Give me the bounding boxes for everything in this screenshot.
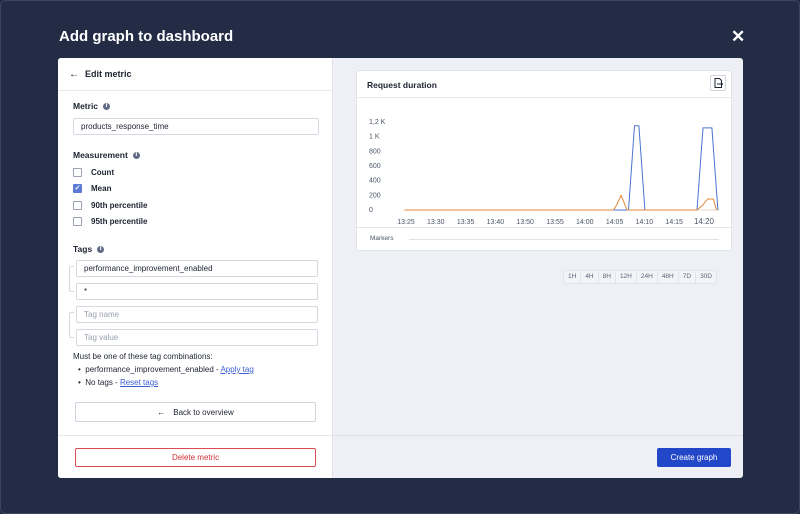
metric-label: Metric i <box>73 101 111 111</box>
info-icon[interactable]: i <box>97 245 105 253</box>
time-range-8h[interactable]: 8H <box>597 271 615 283</box>
tags-label: Tags i <box>73 244 105 254</box>
new-tag-name-input[interactable]: Tag name <box>76 306 318 323</box>
x-tick-label: 14:20 <box>694 217 715 226</box>
checkbox-unchecked-icon[interactable] <box>73 201 82 210</box>
markers-track <box>409 239 719 240</box>
edit-metric-label: Edit metric <box>85 69 132 79</box>
create-graph-button[interactable]: Create graph <box>657 448 731 467</box>
measurement-label-text: Measurement <box>73 150 128 160</box>
close-icon[interactable]: ✕ <box>731 28 745 45</box>
time-range-7d[interactable]: 7D <box>677 271 695 283</box>
measurement-option-count[interactable]: Count <box>73 168 114 177</box>
checkbox-unchecked-icon[interactable] <box>73 217 82 226</box>
checkbox-unchecked-icon[interactable] <box>73 168 82 177</box>
request-duration-chart: 0 200 400 600 800 1 K 1,2 K 13:25 13:30 13:35 13:4… <box>369 119 719 226</box>
delete-metric-button[interactable]: Delete metric <box>75 448 316 467</box>
x-tick-label: 14:00 <box>576 219 594 226</box>
time-range-48h[interactable]: 48H <box>656 271 678 283</box>
x-tick-label: 13:30 <box>427 219 445 226</box>
export-button[interactable] <box>710 75 726 91</box>
markers-divider <box>357 227 731 228</box>
time-range-30d[interactable]: 30D <box>695 271 716 283</box>
tag-pair-bracket <box>69 312 74 338</box>
y-tick-label: 200 <box>369 192 381 199</box>
arrow-left-icon: ← <box>157 407 166 417</box>
edit-metric-back-link[interactable]: ← Edit metric <box>58 58 333 91</box>
measurement-option-mean[interactable]: ✓ Mean <box>73 184 111 193</box>
time-range-12h[interactable]: 12H <box>614 271 636 283</box>
y-tick-label: 1,2 K <box>369 119 386 126</box>
time-range-24h[interactable]: 24H <box>635 271 657 283</box>
markers-label: Markers <box>370 235 394 242</box>
x-tick-label: 14:05 <box>606 219 624 226</box>
export-icon <box>714 78 723 88</box>
series-line-0 <box>405 125 719 211</box>
graph-title: Request duration <box>367 80 437 90</box>
tag-pair-bracket <box>69 266 74 292</box>
x-tick-label: 14:15 <box>665 219 683 226</box>
measurement-option-p90[interactable]: 90th percentile <box>73 201 147 210</box>
apply-tag-link[interactable]: Apply tag <box>220 365 253 374</box>
x-tick-label: 13:25 <box>397 219 415 226</box>
graph-card: Request duration 0 200 400 600 800 1 K 1,2 K 13… <box>356 70 732 251</box>
measurement-option-label: 90th percentile <box>91 201 148 210</box>
measurement-option-label: Mean <box>91 184 112 193</box>
y-tick-label: 400 <box>369 178 381 185</box>
tag-value-input[interactable]: * <box>76 283 318 300</box>
measurement-option-label: Count <box>91 168 115 177</box>
measurement-option-label: 95th percentile <box>91 217 148 226</box>
modal: ← Edit metric Metric i products_response… <box>58 58 743 478</box>
left-footer: Delete metric <box>58 435 333 478</box>
combination-text: No tags - <box>85 378 120 387</box>
tag-combination-item: • performance_improvement_enabled - Appl… <box>78 365 254 374</box>
x-tick-label: 13:35 <box>457 219 475 226</box>
dialog-title: Add graph to dashboard <box>59 28 234 45</box>
info-icon[interactable]: i <box>103 102 111 110</box>
back-to-overview-label: Back to overview <box>173 407 234 417</box>
x-tick-label: 13:55 <box>546 219 564 226</box>
checkbox-checked-icon[interactable]: ✓ <box>73 184 82 193</box>
metric-name-input[interactable]: products_response_time <box>73 118 319 135</box>
info-icon[interactable]: i <box>132 151 140 159</box>
tag-combination-item: • No tags - Reset tags <box>78 378 158 387</box>
new-tag-value-input[interactable]: Tag value <box>76 329 318 346</box>
reset-tags-link[interactable]: Reset tags <box>120 378 158 387</box>
tag-name-input[interactable]: performance_improvement_enabled <box>76 260 318 277</box>
combination-text: performance_improvement_enabled - <box>85 365 221 374</box>
time-range-1h[interactable]: 1H <box>564 271 580 283</box>
x-tick-label: 13:50 <box>516 219 534 226</box>
y-tick-label: 600 <box>369 163 381 170</box>
y-tick-label: 0 <box>369 207 373 214</box>
y-tick-label: 800 <box>369 148 381 155</box>
arrow-left-icon: ← <box>69 68 79 80</box>
x-tick-label: 13:40 <box>487 219 505 226</box>
right-footer: Create graph <box>334 435 743 478</box>
back-to-overview-button[interactable]: ← Back to overview <box>75 402 316 422</box>
measurement-label: Measurement i <box>73 150 140 160</box>
metric-editor-panel: ← Edit metric Metric i products_response… <box>58 58 333 478</box>
metric-label-text: Metric <box>73 101 99 111</box>
tags-label-text: Tags <box>73 244 93 254</box>
graph-card-header: Request duration <box>357 71 731 98</box>
measurement-option-p95[interactable]: 95th percentile <box>73 217 147 226</box>
series-line-1 <box>405 194 717 211</box>
y-tick-label: 1 K <box>369 134 380 141</box>
time-range-selector: 1H 4H 8H 12H 24H 48H 7D 30D <box>563 270 717 284</box>
tag-combinations-intro: Must be one of these tag combinations: <box>73 352 213 361</box>
time-range-4h[interactable]: 4H <box>580 271 597 283</box>
x-tick-label: 14:10 <box>636 219 654 226</box>
